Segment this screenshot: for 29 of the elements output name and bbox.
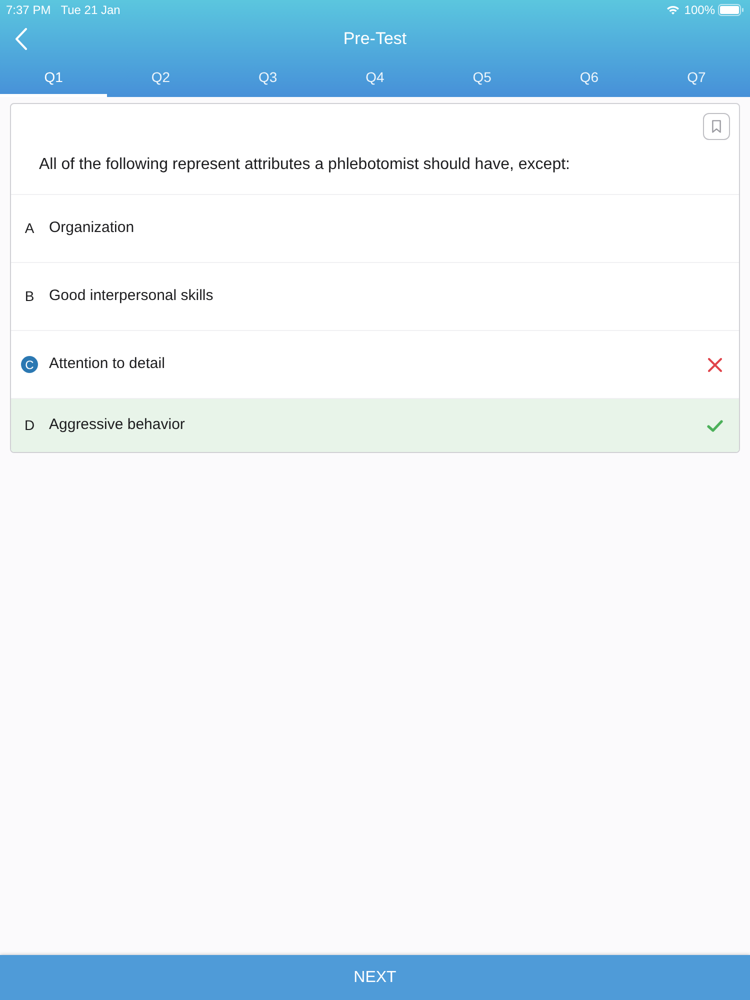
option-text: Organization	[49, 218, 136, 238]
option-letter: A	[24, 220, 36, 237]
bookmark-icon	[712, 120, 721, 133]
status-date: Tue 21 Jan	[60, 2, 120, 19]
question-text: All of the following represent attributes a phlebotomist should have, except:	[39, 155, 570, 175]
option-letter: B	[24, 288, 36, 305]
check-icon	[707, 420, 723, 432]
battery-percentage: 100%	[684, 2, 715, 19]
option-text: Good interpersonal skills	[49, 286, 214, 306]
answer-option[interactable]: D Aggressive behavior	[11, 399, 739, 452]
cross-icon	[708, 358, 722, 372]
question-tab[interactable]: Q5	[428, 58, 536, 97]
back-chevron-icon	[15, 28, 27, 50]
question-tab[interactable]: Q2	[107, 58, 214, 97]
bookmark-button[interactable]	[703, 113, 730, 140]
battery-icon	[718, 4, 744, 16]
question-tab[interactable]: Q7	[642, 58, 750, 97]
option-letter: C	[21, 356, 38, 373]
option-letter: D	[23, 417, 36, 434]
page-title: Pre-Test	[343, 28, 407, 50]
question-tab[interactable]: Q3	[214, 58, 322, 97]
wifi-icon	[666, 5, 680, 15]
question-tab[interactable]: Q6	[536, 58, 643, 97]
next-button[interactable]: NEXT	[0, 955, 750, 1000]
question-tab[interactable]: Q4	[321, 58, 429, 97]
option-text: Aggressive behavior	[49, 415, 186, 436]
status-time: 7:37 PM	[6, 2, 51, 19]
question-tab[interactable]: Q1	[0, 58, 108, 97]
option-text: Attention to detail	[49, 354, 166, 374]
